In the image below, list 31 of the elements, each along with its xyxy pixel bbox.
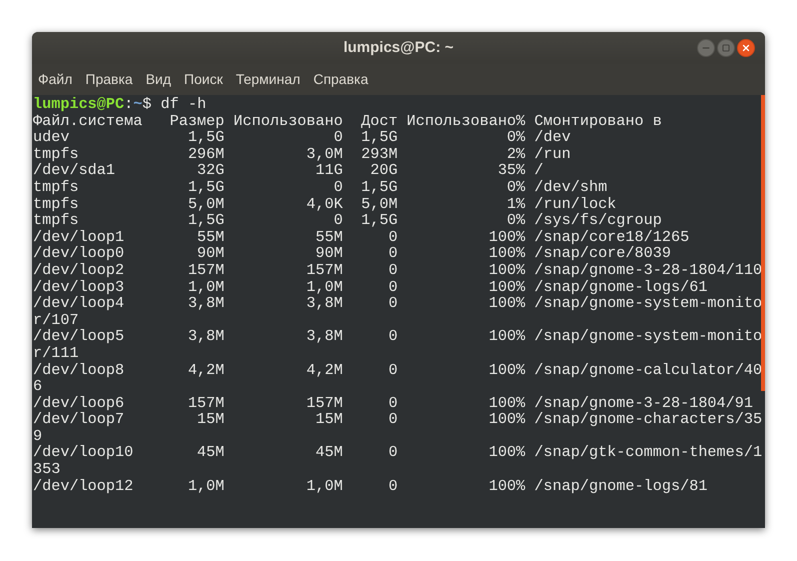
maximize-icon [722, 44, 730, 52]
menu-item[interactable]: Справка [313, 69, 368, 90]
df-row-text: /dev/loop3 1,0M 1,0M 0 100% /snap/gnome-logs/61 [33, 278, 708, 296]
df-row-text: tmpfs 1,5G 0 1,5G 0% /sys/fs/cgroup [33, 212, 663, 229]
df-row: /dev/loop5 3,8M 3,8M 0 100% /snap/gnome-system-monitor/111 [33, 328, 762, 362]
close-button[interactable] [737, 39, 755, 57]
df-row-text: /dev/loop6 157M 157M 0 100% /snap/gnome-3-28-1804/91 [33, 394, 754, 412]
df-row-text: /dev/sda1 32G 11G 20G 35% / [33, 162, 544, 179]
close-icon [741, 43, 751, 53]
df-row: /dev/loop4 3,8M 3,8M 0 100% /snap/gnome-system-monitor/107 [33, 295, 762, 328]
df-row: /dev/loop8 4,2M 4,2M 0 100% /snap/gnome-calculator/406 [33, 362, 762, 395]
menu-item[interactable]: Вид [146, 69, 172, 90]
df-row-text: tmpfs 1,5G 0 1,5G 0% /dev/shm [33, 178, 608, 196]
window-title: lumpics@PC: ~ [343, 38, 454, 58]
df-row: /dev/loop7 15M 15M 0 100% /snap/gnome-characters/359 [33, 411, 762, 444]
menu-item[interactable]: Правка [85, 69, 133, 90]
df-row-text: /dev/loop12 1,0M 1,0M 0 100% /snap/gnome-logs/81 [33, 478, 708, 494]
df-row: /dev/loop10 45M 45M 0 100% /snap/gtk-common-themes/1353 [33, 444, 762, 478]
df-header: Файл.система Размер Использовано Дост Использовано% Смонтировано в [33, 112, 663, 130]
df-row-text: /dev/loop0 90M 90M 0 100% /snap/core/8039 [33, 245, 671, 262]
df-row-text: tmpfs 296M 3,0M 293M 2% /run [33, 146, 572, 162]
minimize-button[interactable] [697, 39, 715, 57]
menu-item[interactable]: Файл [38, 69, 72, 90]
prompt-line: lumpics@PC:~$ df -h [33, 96, 206, 113]
df-row-text: udev 1,5G 0 1,5G 0% /dev [33, 129, 571, 146]
df-row-text: /dev/loop1 55M 55M 0 100% /snap/core18/1265 [33, 228, 690, 246]
df-row: /dev/loop2 157M 157M 0 100% /snap/gnome-3-28-1804/110 [33, 262, 762, 279]
menu-item[interactable]: Терминал [236, 69, 300, 90]
menu-item[interactable]: Поиск [184, 69, 223, 90]
scrollbar-thumb[interactable] [761, 95, 765, 391]
df-row-text: tmpfs 5,0M 4,0K 5,0M 1% /run/lock [33, 196, 618, 212]
